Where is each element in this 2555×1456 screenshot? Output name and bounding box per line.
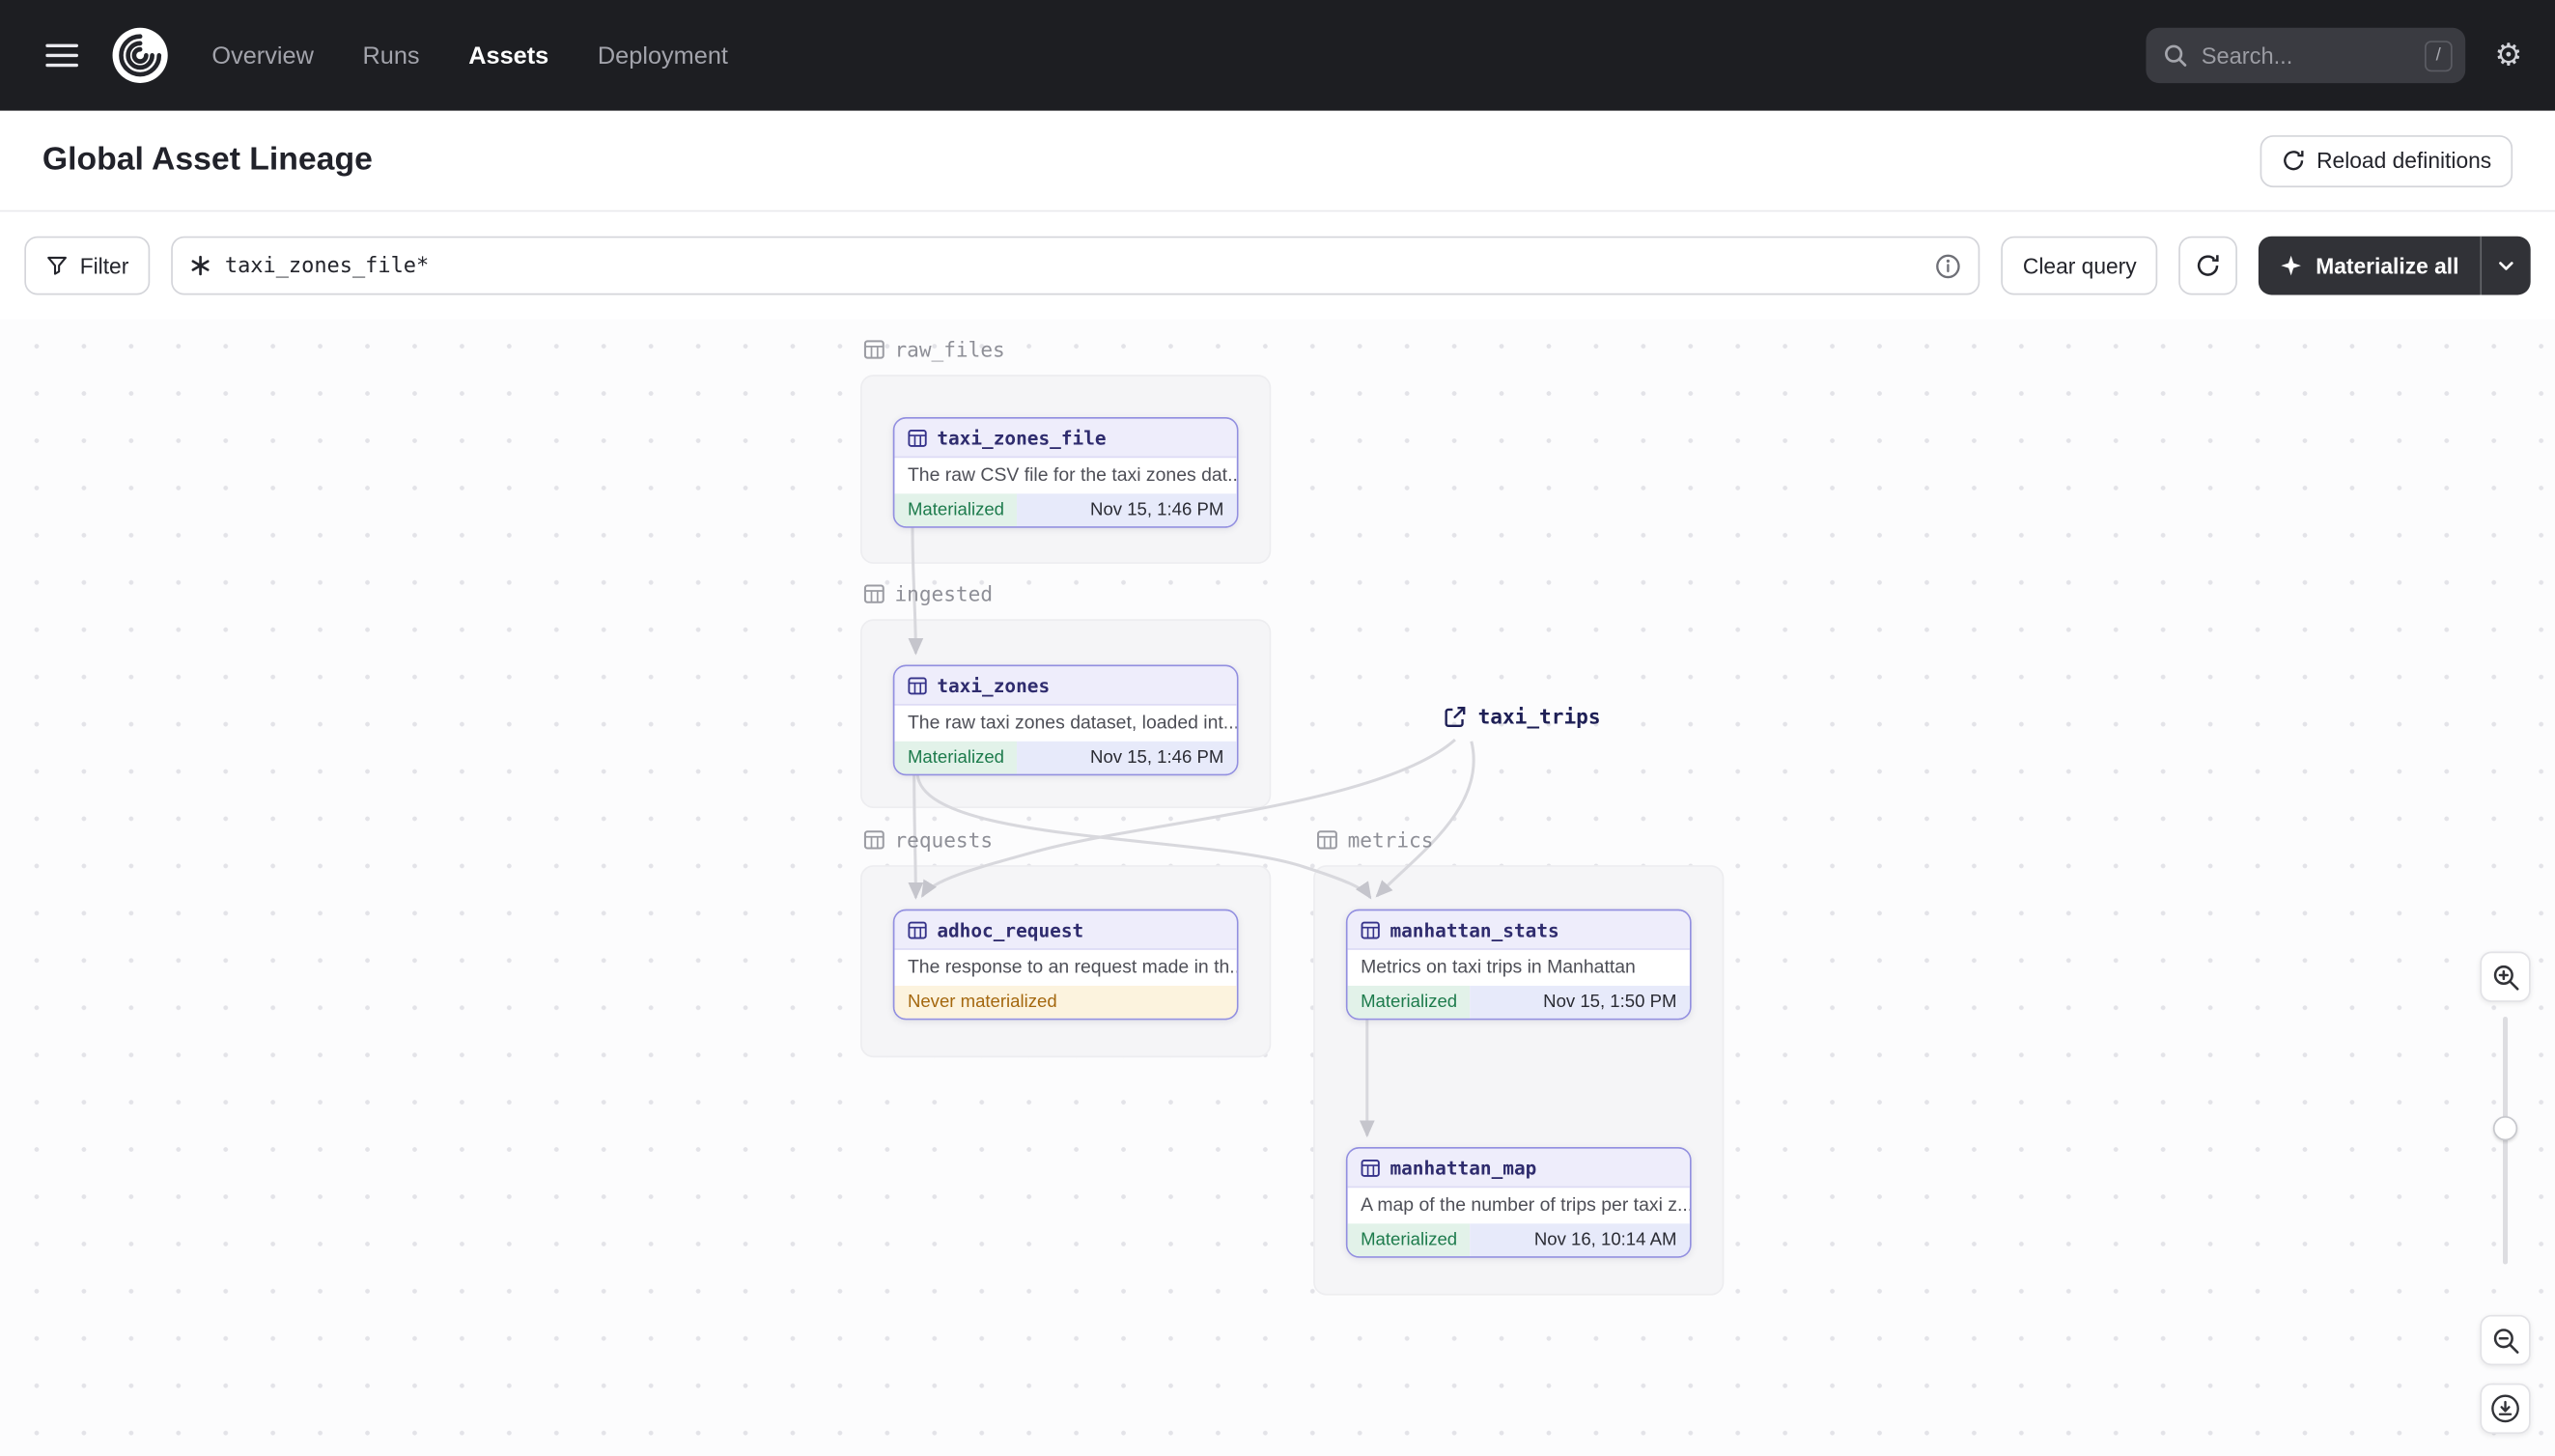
zoom-in-button[interactable] — [2480, 951, 2531, 1002]
group-table-icon — [863, 584, 884, 603]
asset-status-badge: Materialized — [1347, 1223, 1471, 1257]
asset-name: taxi_zones_file — [937, 426, 1107, 449]
lineage-edges — [908, 526, 1475, 1138]
reload-definitions-label: Reload definitions — [2316, 148, 2492, 173]
asset-node-adhoc-request[interactable]: adhoc_request The response to an request… — [892, 909, 1239, 1021]
download-icon — [2491, 1394, 2519, 1423]
asset-status-badge: Materialized — [1347, 985, 1471, 1019]
asset-description: The raw CSV file for the taxi zones dat.… — [907, 465, 1237, 486]
group-label-requests[interactable]: requests — [863, 827, 994, 853]
asset-selection-input[interactable] — [224, 253, 1923, 278]
page-title: Global Asset Lineage — [42, 141, 373, 178]
clear-query-label: Clear query — [2022, 253, 2137, 278]
settings-button[interactable]: ⚙ — [2494, 40, 2522, 70]
dagster-logo[interactable] — [111, 26, 170, 85]
zoom-in-icon — [2492, 965, 2518, 990]
filter-label: Filter — [79, 253, 129, 278]
group-table-icon — [863, 340, 884, 359]
reload-icon — [2283, 151, 2303, 171]
asset-timestamp: Nov 16, 10:14 AM — [1470, 1223, 1690, 1257]
asset-node-taxi-zones[interactable]: taxi_zones The raw taxi zones dataset, l… — [892, 664, 1239, 776]
asset-name: adhoc_request — [937, 917, 1084, 941]
asset-table-icon — [1361, 1159, 1380, 1176]
asset-timestamp: Nov 15, 1:50 PM — [1470, 985, 1690, 1019]
refresh-button[interactable] — [2178, 236, 2238, 295]
materialize-options-button[interactable] — [2480, 236, 2530, 295]
asset-description: The response to an request made in th... — [907, 958, 1237, 978]
asset-description: A map of the number of trips per taxi z.… — [1361, 1195, 1690, 1216]
search-icon — [2164, 44, 2187, 67]
asset-name: manhattan_stats — [1390, 917, 1559, 941]
group-label-metrics[interactable]: metrics — [1317, 827, 1434, 853]
group-name: requests — [894, 827, 994, 853]
asset-name: taxi_zones — [937, 673, 1051, 697]
asset-selection-input-wrap — [171, 236, 1981, 295]
filter-icon — [47, 256, 67, 275]
asset-table-icon — [1361, 920, 1380, 938]
group-table-icon — [1317, 830, 1337, 850]
nav-runs[interactable]: Runs — [362, 42, 419, 70]
nav-assets[interactable]: Assets — [468, 42, 548, 70]
search-input[interactable] — [2201, 42, 2412, 69]
clear-query-button[interactable]: Clear query — [2001, 236, 2158, 295]
materialize-all-button[interactable]: Materialize all — [2259, 237, 2480, 295]
asset-table-icon — [908, 676, 927, 694]
edge-taxi-trips-to-manhattan-stats — [1375, 741, 1475, 898]
zoom-out-icon — [2492, 1328, 2518, 1354]
group-name: ingested — [894, 581, 994, 606]
info-icon[interactable] — [1935, 252, 1963, 280]
search-shortcut-badge: / — [2424, 40, 2453, 71]
asset-timestamp: Nov 15, 1:46 PM — [1017, 493, 1237, 527]
external-link-icon — [1445, 706, 1466, 727]
asset-node-manhattan-stats[interactable]: manhattan_stats Metrics on taxi trips in… — [1345, 909, 1692, 1021]
menu-button[interactable] — [36, 33, 88, 78]
caret-down-icon — [2499, 262, 2513, 270]
group-name: raw_files — [894, 337, 1005, 362]
asset-status-badge: Never materialized — [894, 985, 1237, 1019]
zoom-slider[interactable] — [2503, 1017, 2509, 1265]
external-asset-name: taxi_trips — [1477, 704, 1601, 729]
reload-definitions-button[interactable]: Reload definitions — [2260, 134, 2513, 187]
asset-description: The raw taxi zones dataset, loaded int..… — [907, 714, 1237, 734]
asset-description: Metrics on taxi trips in Manhattan — [1361, 958, 1636, 978]
download-button[interactable] — [2480, 1383, 2531, 1434]
nav-deployment[interactable]: Deployment — [598, 42, 728, 70]
nav-overview[interactable]: Overview — [211, 42, 313, 70]
filter-button[interactable]: Filter — [24, 236, 151, 295]
asset-status-badge: Materialized — [894, 493, 1018, 527]
group-name: metrics — [1347, 827, 1434, 853]
asset-status-badge: Materialized — [894, 741, 1018, 774]
group-label-raw-files[interactable]: raw_files — [863, 337, 1005, 362]
lineage-toolbar: Filter Clear query Materialize all — [0, 211, 2555, 320]
search-box[interactable]: / — [2146, 27, 2466, 84]
zoom-out-button[interactable] — [2480, 1314, 2531, 1366]
asset-table-icon — [908, 429, 927, 446]
zoom-slider-handle[interactable] — [2492, 1115, 2518, 1141]
gear-icon: ⚙ — [2494, 38, 2523, 73]
materialize-all-label: Materialize all — [2316, 253, 2459, 278]
materialize-icon — [2281, 255, 2302, 276]
primary-nav: Overview Runs Assets Deployment — [211, 42, 728, 70]
page-header: Global Asset Lineage Reload definitions — [0, 110, 2555, 212]
materialize-split-button: Materialize all — [2259, 236, 2531, 295]
lineage-canvas[interactable]: raw_files ingested requests metrics taxi… — [0, 319, 2555, 1456]
asset-timestamp: Nov 15, 1:46 PM — [1017, 741, 1237, 774]
asset-node-taxi-zones-file[interactable]: taxi_zones_file The raw CSV file for the… — [892, 417, 1239, 528]
topbar: Overview Runs Assets Deployment / ⚙ — [0, 0, 2555, 111]
refresh-icon — [2198, 255, 2219, 276]
group-label-ingested[interactable]: ingested — [863, 581, 994, 606]
app-root: Overview Runs Assets Deployment / ⚙ Glob… — [0, 0, 2555, 1456]
group-table-icon — [863, 830, 884, 850]
asset-node-manhattan-map[interactable]: manhattan_map A map of the number of tri… — [1345, 1147, 1692, 1258]
menu-icon — [45, 43, 78, 68]
query-syntax-icon — [191, 255, 210, 276]
asset-table-icon — [908, 920, 927, 938]
external-asset-taxi-trips[interactable]: taxi_trips — [1444, 704, 1601, 729]
asset-name: manhattan_map — [1390, 1156, 1537, 1179]
